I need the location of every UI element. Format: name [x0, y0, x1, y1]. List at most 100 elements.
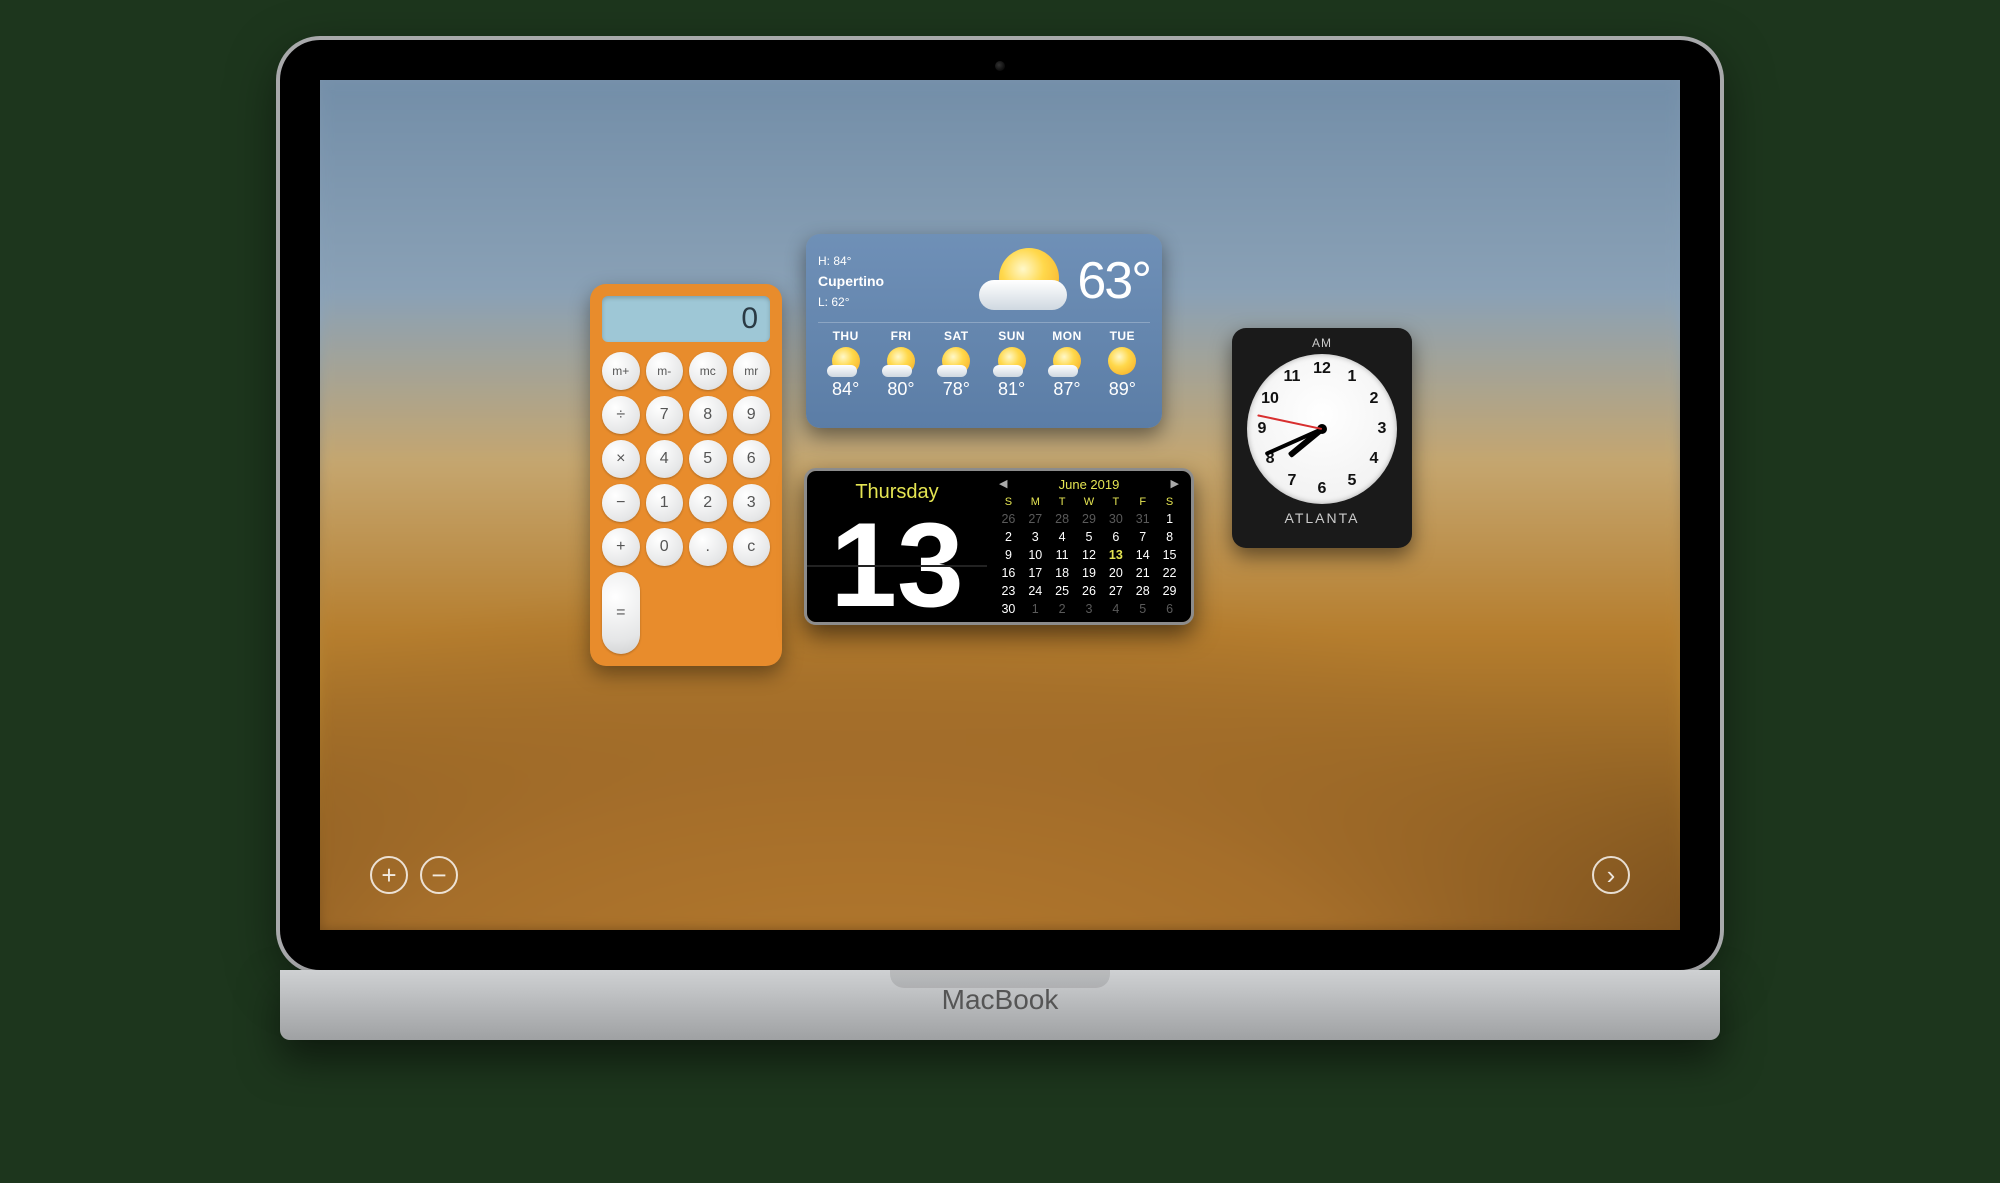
calc-key-3[interactable]: 3 — [733, 484, 771, 522]
bezel: 0 m+m-mcmr÷789×456−123+0.c= H: 84° Cuper… — [280, 40, 1720, 970]
weather-location-labels: H: 84° Cupertino L: 62° — [818, 252, 979, 311]
calendar-month-grid: ◀ June 2019 ▶ SMTWTFS 262728293031123456… — [987, 471, 1191, 622]
dashboard-screen: 0 m+m-mcmr÷789×456−123+0.c= H: 84° Cuper… — [320, 80, 1680, 930]
weather-day-mon: MON87° — [1039, 329, 1094, 400]
calendar-day-cell[interactable]: 3 — [1022, 528, 1049, 546]
calendar-day-cell[interactable]: 1 — [1022, 600, 1049, 618]
calc-key-6[interactable]: 6 — [733, 440, 771, 478]
calc-key-÷[interactable]: ÷ — [602, 396, 640, 434]
calendar-day-cell[interactable]: 27 — [1022, 510, 1049, 528]
calc-key-9[interactable]: 9 — [733, 396, 771, 434]
calendar-day-cell[interactable]: 13 — [1102, 546, 1129, 564]
calendar-day-cell[interactable]: 30 — [995, 600, 1022, 618]
calc-key-−[interactable]: − — [602, 484, 640, 522]
calendar-day-cell[interactable]: 15 — [1156, 546, 1183, 564]
calendar-day-cell[interactable]: 1 — [1156, 510, 1183, 528]
calendar-month-label: June 2019 — [1059, 477, 1120, 492]
calendar-widget[interactable]: Thursday 13 ◀ June 2019 ▶ SMTWTFS 262728… — [804, 468, 1194, 625]
calendar-day-cell[interactable]: 26 — [995, 510, 1022, 528]
calendar-day-cell[interactable]: 20 — [1102, 564, 1129, 582]
calendar-day-cell[interactable]: 30 — [1102, 510, 1129, 528]
calendar-day-cell[interactable]: 6 — [1156, 600, 1183, 618]
calendar-day-cell[interactable]: 9 — [995, 546, 1022, 564]
calendar-day-cell[interactable]: 28 — [1129, 582, 1156, 600]
laptop-frame: 0 m+m-mcmr÷789×456−123+0.c= H: 84° Cuper… — [280, 40, 1720, 1040]
calc-key-4[interactable]: 4 — [646, 440, 684, 478]
weather-widget[interactable]: H: 84° Cupertino L: 62° 63° THU84°FRI80°… — [806, 234, 1162, 428]
weather-day-name: MON — [1039, 329, 1094, 343]
calendar-day-cell[interactable]: 26 — [1076, 582, 1103, 600]
weather-day-sat: SAT78° — [929, 329, 984, 400]
calendar-day-cell[interactable]: 16 — [995, 564, 1022, 582]
calendar-day-cell[interactable]: 28 — [1049, 510, 1076, 528]
weather-current-icon — [979, 244, 1069, 318]
calendar-day-cell[interactable]: 19 — [1076, 564, 1103, 582]
calendar-day-cell[interactable]: 29 — [1076, 510, 1103, 528]
calculator-widget[interactable]: 0 m+m-mcmr÷789×456−123+0.c= — [590, 284, 782, 666]
calc-key-5[interactable]: 5 — [689, 440, 727, 478]
clock-number: 7 — [1288, 472, 1297, 490]
calendar-day-cell[interactable]: 17 — [1022, 564, 1049, 582]
calendar-day-cell[interactable]: 14 — [1129, 546, 1156, 564]
calendar-day-cell[interactable]: 4 — [1049, 528, 1076, 546]
dashboard-info-button[interactable]: › — [1592, 856, 1630, 894]
calendar-dow-header: M — [1022, 496, 1049, 508]
plus-icon: + — [381, 860, 396, 891]
weather-day-temp: 78° — [929, 379, 984, 400]
laptop-deck: MacBook — [280, 970, 1720, 1040]
calendar-day-cell[interactable]: 25 — [1049, 582, 1076, 600]
clock-number: 4 — [1370, 450, 1379, 468]
calendar-day-cell[interactable]: 21 — [1129, 564, 1156, 582]
calendar-day-cell[interactable]: 8 — [1156, 528, 1183, 546]
calendar-day-cell[interactable]: 11 — [1049, 546, 1076, 564]
weather-day-temp: 80° — [873, 379, 928, 400]
calendar-prev-month[interactable]: ◀ — [999, 477, 1007, 490]
clock-face: 121234567891011 — [1247, 354, 1397, 504]
calc-key-0[interactable]: 0 — [646, 528, 684, 566]
clock-number: 9 — [1258, 420, 1267, 438]
calc-key-8[interactable]: 8 — [689, 396, 727, 434]
clock-widget[interactable]: AM 121234567891011 ATLANTA — [1232, 328, 1412, 548]
calendar-next-month[interactable]: ▶ — [1171, 477, 1179, 490]
calendar-day-cell[interactable]: 23 — [995, 582, 1022, 600]
calc-key-2[interactable]: 2 — [689, 484, 727, 522]
calendar-day-cell[interactable]: 2 — [995, 528, 1022, 546]
calendar-day-cell[interactable]: 7 — [1129, 528, 1156, 546]
calendar-day-cell[interactable]: 27 — [1102, 582, 1129, 600]
calendar-day-cell[interactable]: 5 — [1129, 600, 1156, 618]
calendar-day-cell[interactable]: 22 — [1156, 564, 1183, 582]
calendar-day-cell[interactable]: 6 — [1102, 528, 1129, 546]
dashboard-remove-button[interactable]: − — [420, 856, 458, 894]
calendar-day-cell[interactable]: 31 — [1129, 510, 1156, 528]
calc-key-mr[interactable]: mr — [733, 352, 771, 390]
calc-key-×[interactable]: × — [602, 440, 640, 478]
calendar-day-cell[interactable]: 5 — [1076, 528, 1103, 546]
calc-key-=[interactable]: = — [602, 572, 640, 654]
calc-key-m+[interactable]: m+ — [602, 352, 640, 390]
calc-key-.[interactable]: . — [689, 528, 727, 566]
calc-key-m-[interactable]: m- — [646, 352, 684, 390]
calendar-day-cell[interactable]: 24 — [1022, 582, 1049, 600]
clock-second-hand — [1257, 414, 1322, 430]
weather-high: H: 84° — [818, 252, 979, 270]
calc-key-c[interactable]: c — [733, 528, 771, 566]
weather-day-tue: TUE89° — [1095, 329, 1150, 400]
calendar-day-cell[interactable]: 10 — [1022, 546, 1049, 564]
calendar-row: 16171819202122 — [995, 564, 1183, 582]
calc-key-mc[interactable]: mc — [689, 352, 727, 390]
minus-icon: − — [431, 860, 446, 891]
calc-key-7[interactable]: 7 — [646, 396, 684, 434]
clock-number: 10 — [1261, 390, 1279, 408]
calendar-day-cell[interactable]: 3 — [1076, 600, 1103, 618]
dashboard-add-button[interactable]: + — [370, 856, 408, 894]
calendar-day-cell[interactable]: 4 — [1102, 600, 1129, 618]
calendar-day-cell[interactable]: 18 — [1049, 564, 1076, 582]
calc-key-1[interactable]: 1 — [646, 484, 684, 522]
weather-day-name: TUE — [1095, 329, 1150, 343]
calendar-row: 23242526272829 — [995, 582, 1183, 600]
calendar-day-cell[interactable]: 29 — [1156, 582, 1183, 600]
chevron-right-icon: › — [1607, 860, 1616, 891]
calendar-day-cell[interactable]: 2 — [1049, 600, 1076, 618]
calendar-day-cell[interactable]: 12 — [1076, 546, 1103, 564]
calc-key-+[interactable]: + — [602, 528, 640, 566]
